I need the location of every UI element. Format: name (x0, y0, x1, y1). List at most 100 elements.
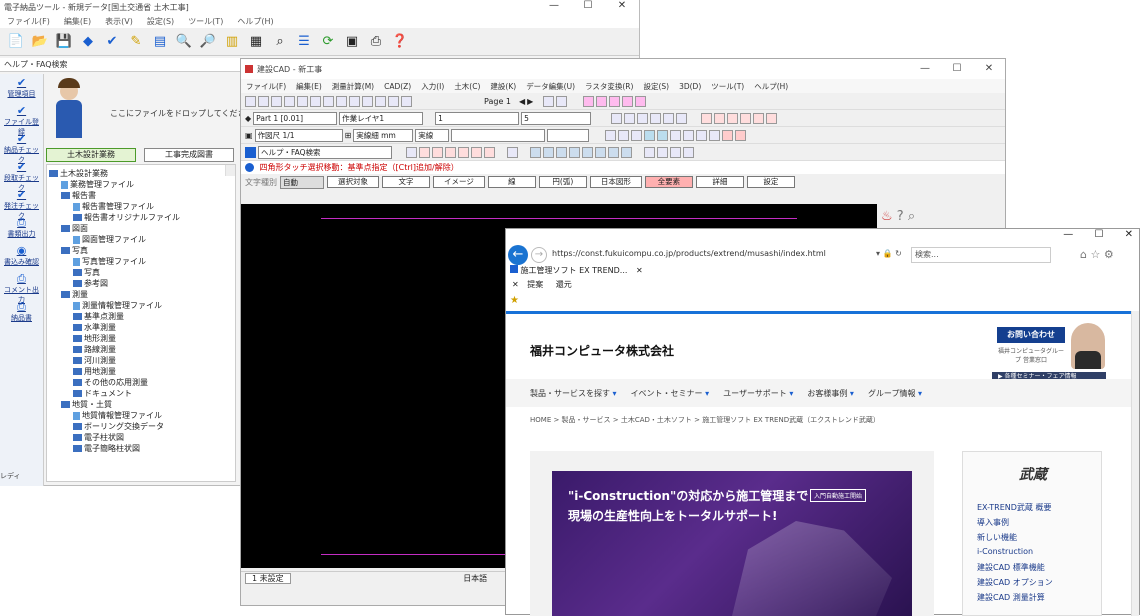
product-menu-link[interactable]: 建設CAD 測量計算 (977, 592, 1045, 603)
scale-icon[interactable]: ▣ (245, 131, 253, 140)
save-icon[interactable] (271, 95, 282, 107)
close-button[interactable]: ✕ (605, 0, 639, 11)
draw-tool-icon[interactable] (622, 95, 634, 107)
site-nav-item[interactable]: お客様事例 (807, 388, 854, 399)
menu-edit[interactable]: 編集(E) (57, 16, 98, 27)
cad-menu-item[interactable]: 入力(I) (416, 81, 449, 92)
snap-icon[interactable] (611, 112, 623, 124)
menu-tools[interactable]: ツール(T) (181, 16, 230, 27)
hero-banner[interactable]: "i-Construction"の対応から施工管理まで 現場の生産性向上をトータ… (552, 471, 912, 616)
curve-tool-icon[interactable] (670, 146, 681, 158)
product-menu-link[interactable]: i-Construction (977, 547, 1033, 556)
search-icon[interactable]: 🔍 (174, 32, 194, 52)
print-icon[interactable] (284, 95, 295, 107)
back-icon[interactable]: ← (508, 245, 528, 265)
tree-node[interactable]: 地質・土質 (49, 399, 235, 410)
curve-tool-icon[interactable] (683, 146, 694, 158)
select-arrow-icon[interactable] (507, 146, 518, 158)
tree-node[interactable]: 測量 (49, 289, 235, 300)
tree-node[interactable]: 写真管理ファイル (49, 256, 235, 267)
sidebar-item[interactable]: ✔ 納品チェック (1, 132, 42, 164)
tree-node[interactable]: 基準点測量 (49, 311, 235, 322)
favorites-star-icon[interactable]: ★ (510, 295, 519, 306)
home-icon[interactable]: ⌂ ☆ ⚙ (1080, 248, 1114, 261)
tree-node[interactable]: 土木設計業務 (49, 168, 235, 179)
tree-node[interactable]: 報告書管理ファイル (49, 201, 235, 212)
new-icon[interactable] (245, 95, 256, 107)
cad-menu-item[interactable]: CAD(Z) (379, 82, 416, 91)
breadcrumb[interactable]: HOME > 製品・サービス > 土木CAD・土木ソフト > 施工管理ソフト E… (530, 415, 880, 425)
page-prev-icon[interactable]: ◀ (519, 97, 525, 106)
browser-scrollbar[interactable] (1131, 311, 1139, 616)
cad-menu-item[interactable]: 3D(D) (674, 82, 706, 91)
print-icon[interactable]: ⎙ (366, 32, 386, 52)
product-menu-link[interactable]: 導入事例 (977, 517, 1009, 528)
paste-icon[interactable] (323, 95, 334, 107)
selection-filter-button[interactable]: 全要素 (644, 176, 693, 188)
curve-tool-icon[interactable] (657, 146, 668, 158)
snap-tool-icon[interactable] (621, 146, 632, 158)
pen-combo[interactable]: 5 (521, 111, 592, 125)
cad-minimize-button[interactable]: — (909, 59, 941, 79)
tree-node[interactable]: ドキュメント (49, 388, 235, 399)
zoom-icon[interactable] (362, 95, 373, 107)
list-icon[interactable]: ☰ (294, 32, 314, 52)
layer-icon[interactable] (388, 95, 399, 107)
selection-filter-button[interactable]: 線 (487, 176, 536, 188)
company-logo[interactable]: 福井コンピュータ株式会社 (530, 342, 674, 359)
chart-icon[interactable]: ▤ (150, 32, 170, 52)
view-icon[interactable] (618, 129, 630, 141)
tree-node[interactable]: 水準測量 (49, 322, 235, 333)
draw-tool-icon[interactable] (583, 95, 595, 107)
tree-node[interactable]: 図面 (49, 223, 235, 234)
cad-menu-item[interactable]: ファイル(F) (241, 81, 291, 92)
number-combo[interactable]: 1 (435, 111, 520, 125)
view-icon[interactable] (735, 129, 747, 141)
draw-tool-icon[interactable] (596, 95, 608, 107)
tree-node[interactable]: 報告書オリジナルファイル (49, 212, 235, 223)
edit-icon[interactable]: ✎ (126, 32, 146, 52)
snap-tool-icon[interactable] (582, 146, 593, 158)
sidebar-item[interactable]: ⎙ 書類出力 (1, 216, 42, 242)
page-next-icon[interactable]: ▶ (527, 97, 533, 106)
browser-maximize-button[interactable]: ☐ (1094, 229, 1103, 240)
symbol-icon[interactable] (766, 112, 778, 124)
tree-node[interactable]: 写真 (49, 267, 235, 278)
browser-tab[interactable]: 施工管理ソフト EX TREND... ✕ (510, 265, 643, 277)
site-nav-item[interactable]: イベント・セミナー (631, 388, 710, 399)
tab-completion-docs[interactable]: 工事完成図書 (144, 148, 234, 162)
snap-tool-icon[interactable] (595, 146, 606, 158)
product-menu-link[interactable]: 新しい機能 (977, 532, 1017, 543)
selection-filter-button[interactable]: 選択対象 (327, 176, 379, 188)
selection-mode-combo[interactable]: 自動 (280, 175, 324, 189)
fire-extinguisher-icon[interactable]: ♨ (881, 209, 893, 224)
cad-menu-item[interactable]: 設定(S) (638, 81, 674, 92)
view-icon[interactable] (696, 129, 708, 141)
product-menu-link[interactable]: EX-TREND武蔵 概要 (977, 502, 1051, 513)
measure-icon[interactable] (676, 112, 688, 124)
refresh-icon[interactable]: ⟳ (318, 32, 338, 52)
snap-tool-icon[interactable] (608, 146, 619, 158)
tree-node[interactable]: その他の応用測量 (49, 377, 235, 388)
edit-tool-icon[interactable] (432, 146, 443, 158)
help-search-icon[interactable] (245, 146, 256, 158)
tree-node[interactable]: 地形測量 (49, 333, 235, 344)
tree-node[interactable]: 河川測量 (49, 355, 235, 366)
undo-icon[interactable] (336, 95, 347, 107)
snap-tool-icon[interactable] (530, 146, 541, 158)
tree-node[interactable]: 電子柱状図 (49, 432, 235, 443)
open-icon[interactable] (258, 95, 269, 107)
symbol-icon[interactable] (753, 112, 765, 124)
cad-menu-item[interactable]: ツール(T) (706, 81, 749, 92)
tree-node[interactable]: 測量情報管理ファイル (49, 300, 235, 311)
text-icon[interactable] (624, 112, 636, 124)
view-icon[interactable] (709, 129, 721, 141)
anno-icon[interactable] (650, 112, 662, 124)
tree-node[interactable]: 参考図 (49, 278, 235, 289)
snap-tool-icon[interactable] (543, 146, 554, 158)
snap-tool-icon[interactable] (569, 146, 580, 158)
edit-tool-icon[interactable] (406, 146, 417, 158)
edit-tool-icon[interactable] (458, 146, 469, 158)
tree-node[interactable]: 報告書 (49, 190, 235, 201)
add-page-icon[interactable] (543, 95, 555, 107)
